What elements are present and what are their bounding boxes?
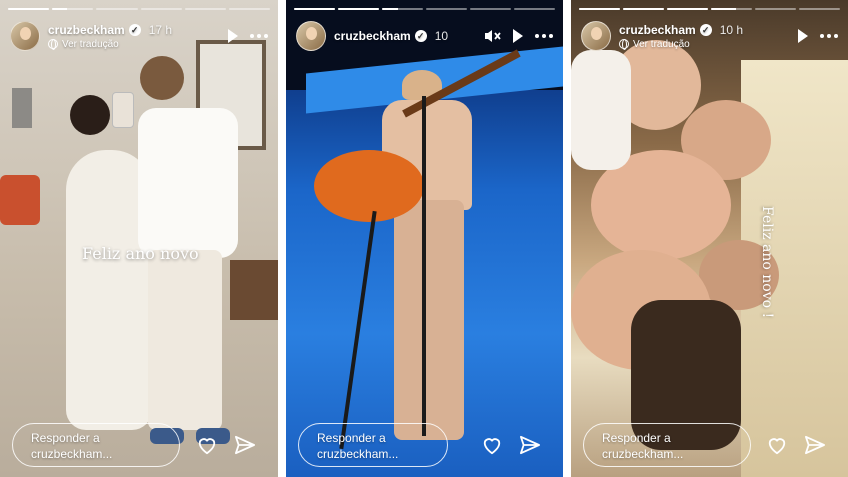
white-shirt-decoration: [138, 108, 238, 258]
story-progress-bar: [579, 8, 840, 10]
story-panel-3[interactable]: cruzbeckham ✓ 10 h Ver tradução Feliz an…: [571, 0, 848, 477]
heart-icon[interactable]: [766, 435, 788, 455]
mic-stand-leg-decoration: [339, 210, 377, 450]
performer-trousers-decoration: [394, 200, 464, 440]
progress-fill: [623, 8, 664, 10]
username-link[interactable]: cruzbeckham: [619, 23, 696, 37]
story-panel-2[interactable]: cruzbeckham ✓ 10 Responder a cruzbeckham…: [286, 0, 563, 477]
translate-link[interactable]: Ver tradução: [619, 39, 743, 50]
reply-placeholder-line1: Responder a: [602, 431, 671, 445]
story-footer: Responder a cruzbeckham...: [298, 423, 551, 467]
woman-hair-decoration: [70, 95, 110, 135]
story-header: cruzbeckham ✓ 10 h Ver tradução: [581, 18, 838, 54]
reply-placeholder-line2: cruzbeckham...: [317, 447, 399, 461]
progress-fill: [294, 8, 335, 10]
avatar[interactable]: [581, 21, 611, 51]
story-caption: Feliz ano novo !: [759, 206, 775, 319]
verified-badge-icon: ✓: [128, 23, 141, 36]
reply-placeholder-line2: cruzbeckham...: [602, 447, 684, 461]
story-photo-group-selfie: [571, 0, 848, 477]
username-link[interactable]: cruzbeckham: [48, 23, 125, 37]
reply-input[interactable]: Responder a cruzbeckham...: [583, 423, 751, 467]
story-footer: Responder a cruzbeckham...: [583, 423, 836, 467]
progress-fill: [667, 8, 708, 10]
red-chair-decoration: [0, 175, 40, 225]
story-progress-bar: [8, 8, 271, 10]
verified-badge-icon: ✓: [414, 30, 427, 42]
verified-badge-icon: ✓: [699, 23, 712, 36]
more-options-icon[interactable]: [535, 34, 553, 38]
post-time: 10: [434, 29, 449, 43]
progress-fill: [338, 8, 379, 10]
story-photo-couple: [0, 0, 278, 477]
translate-link[interactable]: Ver tradução: [48, 39, 172, 50]
muted-speaker-icon[interactable]: [483, 28, 501, 44]
story-header: cruzbeckham ✓ 10: [296, 18, 553, 54]
story-photo-guitarist: [286, 0, 563, 477]
send-icon[interactable]: [519, 435, 541, 455]
story-footer: Responder a cruzbeckham...: [12, 423, 266, 467]
man-head-decoration: [140, 56, 184, 100]
play-icon[interactable]: [513, 29, 523, 43]
reply-input[interactable]: Responder a cruzbeckham...: [298, 423, 448, 467]
reply-placeholder-line1: Responder a: [31, 431, 100, 445]
send-icon[interactable]: [234, 435, 256, 455]
white-trousers-decoration: [148, 250, 222, 430]
translate-label: Ver tradução: [62, 38, 119, 50]
story-progress-bar: [294, 8, 555, 10]
side-table-decoration: [230, 260, 278, 320]
mic-stand-decoration: [422, 96, 426, 436]
reply-placeholder-line2: cruzbeckham...: [31, 447, 113, 461]
globe-icon: [619, 39, 629, 50]
play-icon[interactable]: [798, 29, 808, 43]
guitar-body-decoration: [314, 150, 424, 222]
wall-frame-decoration: [12, 88, 32, 128]
more-options-icon[interactable]: [250, 34, 268, 38]
progress-fill: [579, 8, 620, 10]
progress-fill: [711, 8, 736, 10]
username-link[interactable]: cruzbeckham: [334, 29, 411, 43]
story-caption: Feliz ano novo: [82, 244, 199, 263]
progress-fill: [382, 8, 399, 10]
story-panel-1[interactable]: cruzbeckham ✓ 17 h Ver tradução Feliz an…: [0, 0, 278, 477]
translate-label: Ver tradução: [633, 38, 690, 50]
progress-fill: [8, 8, 50, 10]
play-icon[interactable]: [228, 29, 238, 43]
avatar[interactable]: [296, 21, 326, 51]
more-options-icon[interactable]: [820, 34, 838, 38]
reply-placeholder-line1: Responder a: [317, 431, 386, 445]
send-icon[interactable]: [804, 435, 826, 455]
phone-decoration: [112, 92, 134, 128]
avatar[interactable]: [10, 21, 40, 51]
heart-icon[interactable]: [196, 435, 218, 455]
heart-icon[interactable]: [481, 435, 503, 455]
reply-input[interactable]: Responder a cruzbeckham...: [12, 423, 180, 467]
white-shirt-decoration: [571, 50, 631, 170]
post-time: 17 h: [148, 22, 173, 37]
story-header: cruzbeckham ✓ 17 h Ver tradução: [10, 18, 268, 54]
progress-fill: [52, 8, 67, 10]
globe-icon: [48, 39, 58, 50]
post-time: 10 h: [719, 22, 744, 37]
